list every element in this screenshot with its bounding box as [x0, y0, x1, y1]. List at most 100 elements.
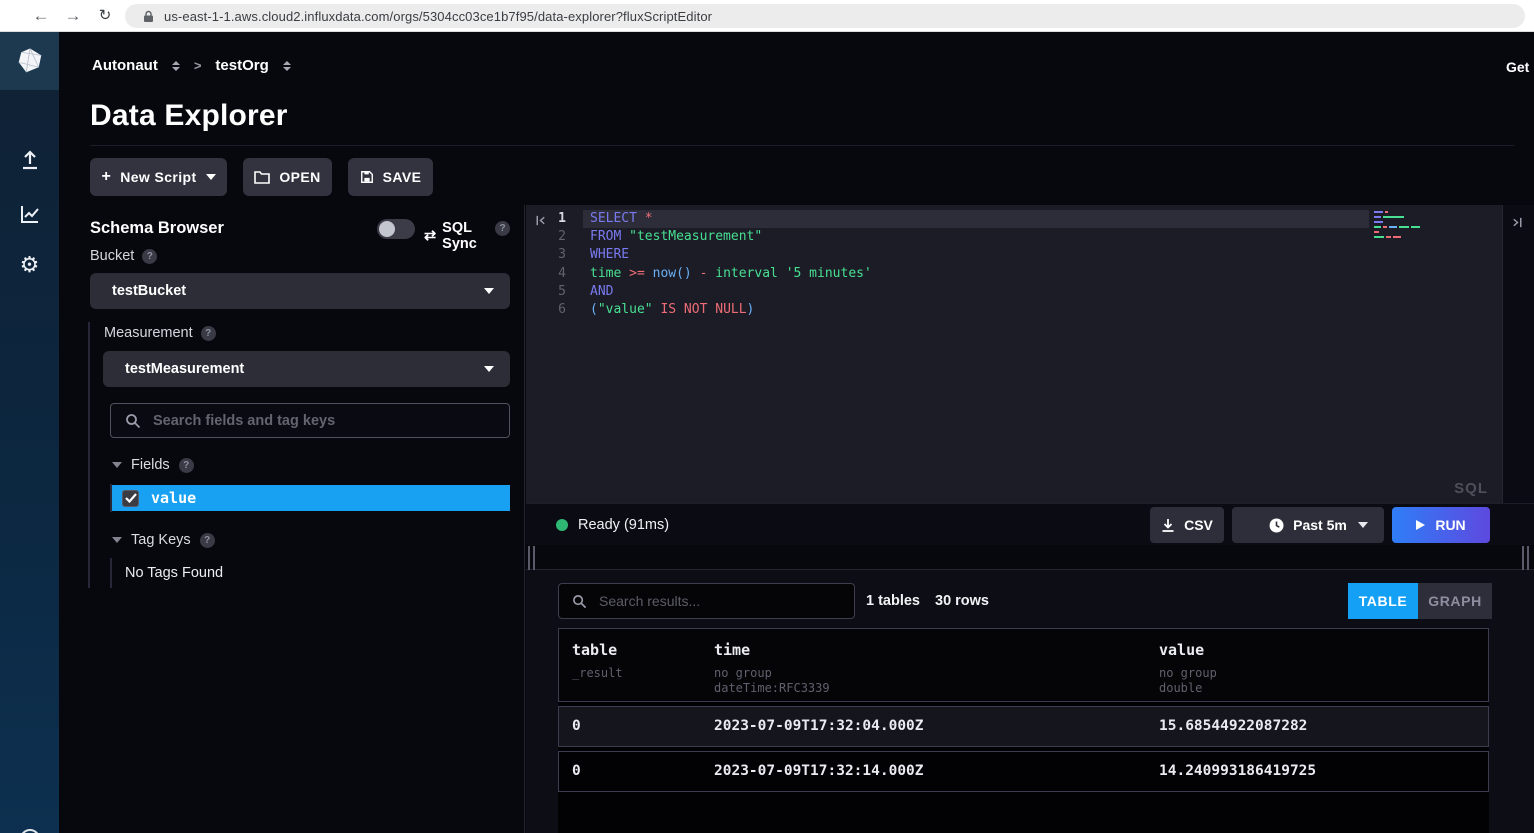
browser-back-icon[interactable]: ←	[28, 3, 54, 29]
play-icon	[1416, 520, 1425, 530]
tag-keys-label: Tag Keys	[131, 532, 191, 548]
project-switcher-icon[interactable]	[283, 61, 291, 71]
sql-sync-help-icon[interactable]: ?	[495, 221, 510, 236]
schema-search-input[interactable]	[153, 413, 509, 429]
bucket-help-icon[interactable]: ?	[142, 249, 157, 264]
code-line[interactable]: 2FROM "testMeasurement"	[526, 228, 1386, 246]
measurement-help-icon[interactable]: ?	[201, 326, 216, 341]
open-script-button[interactable]: OPEN	[243, 158, 332, 196]
editor-minimap[interactable]	[1374, 211, 1420, 241]
nav-sidebar: ⚙ ?	[0, 32, 59, 833]
fields-section-row: Fields ?	[112, 457, 194, 473]
csv-download-button[interactable]: CSV	[1150, 507, 1224, 543]
bucket-label: Bucket ?	[90, 248, 157, 264]
table-cell: 15.68544922087282	[1159, 707, 1307, 746]
column-header: valueno groupdouble	[1159, 641, 1217, 696]
code-line[interactable]: 6("value" IS NOT NULL)	[526, 301, 1386, 319]
page-title: Data Explorer	[90, 99, 288, 133]
folder-icon	[254, 170, 270, 184]
left-drag-handle[interactable]	[528, 546, 535, 572]
code-text: ("value" IS NOT NULL)	[578, 301, 754, 319]
code-line[interactable]: 1SELECT *	[526, 210, 1386, 228]
measurement-dropdown[interactable]: testMeasurement	[103, 351, 510, 387]
right-collapsed-panel	[1502, 205, 1534, 503]
fields-label: Fields	[131, 457, 170, 473]
line-number: 4	[526, 265, 578, 283]
search-icon	[125, 413, 141, 429]
tag-keys-section-row: Tag Keys ?	[112, 532, 215, 548]
browser-forward-icon[interactable]: →	[60, 3, 86, 29]
sql-sync-toggle[interactable]	[377, 219, 415, 239]
table-cell: 0	[572, 752, 581, 791]
column-header: table_result	[572, 641, 623, 681]
code-line[interactable]: 3WHERE	[526, 246, 1386, 264]
data-explorer-icon[interactable]	[0, 202, 59, 231]
code-line[interactable]: 4time >= now() - interval '5 minutes'	[526, 265, 1386, 283]
right-drag-handle[interactable]	[1522, 546, 1529, 572]
results-search-input[interactable]	[599, 593, 854, 609]
chevron-down-icon	[1358, 522, 1368, 528]
rows-count: 30 rows	[935, 583, 989, 619]
field-checkbox[interactable]	[122, 490, 139, 507]
status-text: Ready (91ms)	[578, 504, 669, 546]
chevron-down-icon	[484, 366, 494, 372]
url-text: us-east-1-1.aws.cloud2.influxdata.com/or…	[164, 9, 712, 24]
chevron-down-icon	[206, 174, 216, 180]
language-badge: SQL	[1454, 480, 1488, 497]
new-script-button[interactable]: + New Script	[90, 158, 227, 196]
run-query-button[interactable]: RUN	[1392, 507, 1490, 543]
tag-keys-help-icon[interactable]: ?	[200, 533, 215, 548]
query-status-bar: Ready (91ms) CSV Past 5m RUN	[526, 503, 1534, 545]
code-text: AND	[578, 283, 613, 301]
code-text: WHERE	[578, 246, 629, 264]
app-screen: ← → ↻ us-east-1-1.aws.cloud2.influxdata.…	[0, 0, 1534, 833]
get-started-link[interactable]: Get	[1506, 59, 1529, 75]
tab-table[interactable]: TABLE	[1348, 583, 1418, 619]
tree-indent-line	[88, 322, 90, 588]
breadcrumb: Autonaut > testOrg	[92, 57, 291, 74]
table-row[interactable]: 02023-07-09T17:32:04.000Z15.685449220872…	[558, 706, 1489, 747]
table-cell: 0	[572, 707, 581, 746]
results-table: table_resulttimeno groupdateTime:RFC3339…	[558, 628, 1489, 833]
load-data-icon[interactable]	[0, 148, 59, 177]
results-search	[558, 583, 855, 619]
code-text: time >= now() - interval '5 minutes'	[578, 265, 872, 283]
tab-graph[interactable]: GRAPH	[1418, 583, 1492, 619]
breadcrumb-project[interactable]: testOrg	[215, 57, 268, 74]
settings-icon[interactable]: ⚙	[0, 253, 59, 277]
title-divider	[90, 145, 1514, 146]
save-script-button[interactable]: SAVE	[348, 158, 433, 196]
browser-chrome: ← → ↻ us-east-1-1.aws.cloud2.influxdata.…	[0, 0, 1534, 32]
url-bar[interactable]: us-east-1-1.aws.cloud2.influxdata.com/or…	[125, 4, 1525, 28]
field-item-value[interactable]: value	[112, 485, 510, 511]
org-switcher-icon[interactable]	[172, 61, 180, 71]
download-icon	[1161, 518, 1175, 533]
breadcrumb-separator: >	[194, 58, 202, 73]
line-number: 3	[526, 246, 578, 264]
bucket-dropdown[interactable]: testBucket	[90, 273, 510, 309]
line-number: 5	[526, 283, 578, 301]
expand-right-icon[interactable]	[1511, 216, 1524, 234]
table-row[interactable]: 02023-07-09T17:32:14.000Z14.240993186419…	[558, 751, 1489, 792]
influxdb-logo[interactable]	[0, 32, 59, 90]
fields-expander-icon[interactable]	[112, 462, 122, 468]
schema-browser-header: Schema Browser ⇄ SQL Sync ?	[90, 219, 510, 241]
help-icon[interactable]: ?	[0, 829, 59, 833]
line-number: 1	[526, 210, 578, 228]
schema-browser-title: Schema Browser	[90, 219, 224, 238]
tag-keys-expander-icon[interactable]	[112, 537, 122, 543]
field-item-label: value	[151, 489, 196, 507]
table-cell: 14.240993186419725	[1159, 752, 1316, 791]
fields-help-icon[interactable]: ?	[179, 458, 194, 473]
results-panel: 1 tables 30 rows TABLE GRAPH table_resul…	[526, 570, 1534, 833]
time-range-dropdown[interactable]: Past 5m	[1232, 507, 1384, 543]
breadcrumb-org[interactable]: Autonaut	[92, 57, 158, 74]
lock-icon	[143, 10, 154, 23]
sql-editor[interactable]: 1SELECT *2FROM "testMeasurement"3WHERE4t…	[526, 205, 1502, 503]
sql-sync-icon: ⇄	[424, 228, 436, 244]
line-number: 6	[526, 301, 578, 319]
measurement-label: Measurement ?	[104, 325, 216, 341]
browser-reload-icon[interactable]: ↻	[92, 3, 118, 29]
panel-divider[interactable]	[524, 205, 525, 833]
code-line[interactable]: 5AND	[526, 283, 1386, 301]
